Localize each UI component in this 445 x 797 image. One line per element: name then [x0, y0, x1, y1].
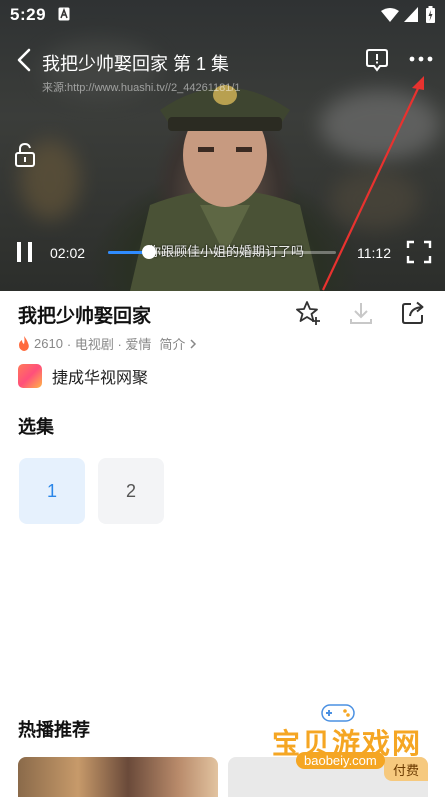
- battery-charging-icon: [426, 6, 435, 23]
- show-title: 我把少帅娶回家: [18, 306, 152, 327]
- status-bar: 5:29: [0, 0, 445, 30]
- wifi-icon: [381, 8, 399, 22]
- pause-icon[interactable]: [16, 241, 34, 263]
- episode-button-1[interactable]: 1: [19, 458, 85, 524]
- gamepad-icon: [321, 704, 355, 722]
- episodes-heading: 选集: [18, 417, 54, 437]
- recommend-heading: 热播推荐: [18, 720, 90, 740]
- source-watermark: 来源:http://www.huashi.tv//2_44261181/1: [42, 82, 241, 94]
- video-title: 我把少帅娶回家 第 1 集: [42, 54, 230, 74]
- site-watermark-url: baobeiy.com: [296, 752, 385, 769]
- more-icon[interactable]: [409, 56, 433, 62]
- intro-link[interactable]: 简介: [159, 334, 185, 353]
- progress-knob[interactable]: [142, 245, 156, 259]
- current-time: 02:02: [50, 245, 86, 261]
- duration-time: 11:12: [357, 245, 391, 261]
- provider-logo: [18, 364, 42, 388]
- genre-text: · 电视剧 · 爱情: [66, 337, 152, 352]
- chevron-right-icon[interactable]: [189, 338, 197, 350]
- heat-count: 2610: [34, 336, 63, 351]
- share-icon[interactable]: [401, 301, 425, 325]
- report-icon[interactable]: [366, 48, 388, 72]
- signal-icon: [404, 7, 418, 22]
- a-box-icon: [58, 7, 70, 21]
- status-time: 5:29: [10, 5, 47, 24]
- provider-name: 捷成华视网聚: [52, 370, 149, 387]
- fire-icon: [19, 336, 29, 351]
- episode-button-2[interactable]: 2: [98, 458, 164, 524]
- download-icon[interactable]: [349, 301, 373, 325]
- recommend-thumbnail-1[interactable]: [18, 757, 218, 797]
- star-plus-icon[interactable]: [296, 300, 322, 326]
- back-arrow-icon[interactable]: [16, 48, 32, 72]
- fullscreen-icon[interactable]: [406, 240, 432, 264]
- meta-line: 2610 · 电视剧 · 爱情 简介: [18, 334, 197, 353]
- lock-icon[interactable]: [14, 143, 36, 167]
- provider-row[interactable]: 捷成华视网聚: [18, 364, 148, 388]
